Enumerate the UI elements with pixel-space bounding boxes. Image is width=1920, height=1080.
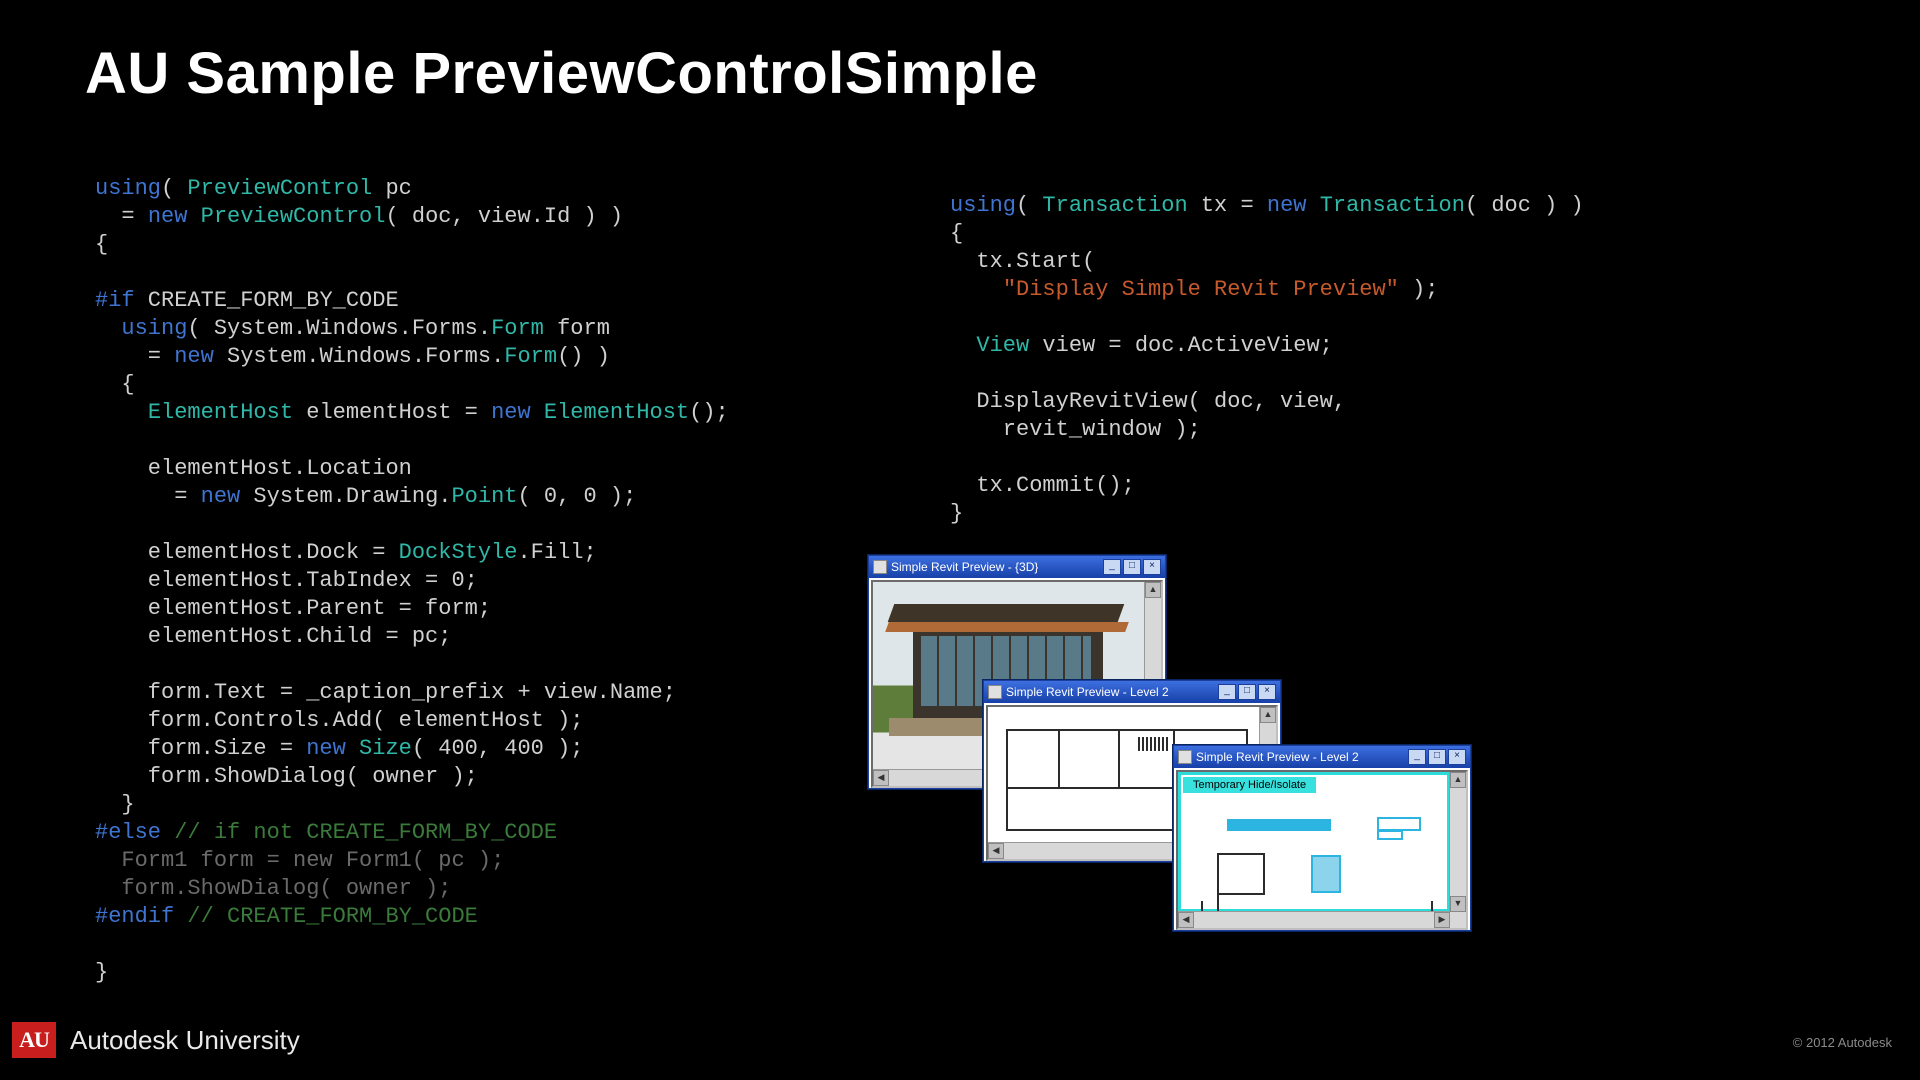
titlebar: Simple Revit Preview - Level 2 _ □ × <box>1174 746 1470 768</box>
scrollbar-vertical[interactable]: ▲▼ <box>1449 772 1466 912</box>
footer: AU Autodesk University <box>12 1022 300 1058</box>
minimize-button[interactable]: _ <box>1218 684 1236 700</box>
copyright: © 2012 Autodesk <box>1793 1035 1892 1050</box>
slide-title: AU Sample PreviewControlSimple <box>85 40 1038 107</box>
window-title: Simple Revit Preview - Level 2 <box>1006 685 1169 699</box>
app-icon <box>1178 750 1192 764</box>
au-logo-badge: AU <box>12 1022 56 1058</box>
preview-window-level2-b: Simple Revit Preview - Level 2 _ □ × Tem… <box>1173 745 1471 931</box>
close-button[interactable]: × <box>1448 749 1466 765</box>
titlebar: Simple Revit Preview - Level 2 _ □ × <box>984 681 1280 703</box>
close-button[interactable]: × <box>1258 684 1276 700</box>
scrollbar-horizontal[interactable]: ◀▶ <box>1178 911 1450 928</box>
minimize-button[interactable]: _ <box>1408 749 1426 765</box>
close-button[interactable]: × <box>1143 559 1161 575</box>
code-block-left: using( PreviewControl pc = new PreviewCo… <box>95 175 729 987</box>
window-title: Simple Revit Preview - {3D} <box>891 560 1038 574</box>
minimize-button[interactable]: _ <box>1103 559 1121 575</box>
floorplan-isolate: Temporary Hide/Isolate <box>1178 772 1450 912</box>
maximize-button[interactable]: □ <box>1428 749 1446 765</box>
code-block-right: using( Transaction tx = new Transaction(… <box>950 192 1584 528</box>
maximize-button[interactable]: □ <box>1123 559 1141 575</box>
app-icon <box>873 560 887 574</box>
app-icon <box>988 685 1002 699</box>
maximize-button[interactable]: □ <box>1238 684 1256 700</box>
temporary-hide-isolate-tag: Temporary Hide/Isolate <box>1183 777 1316 793</box>
screenshot-cluster: Simple Revit Preview - {3D} _ □ × ▲▼ ◀▶ … <box>868 555 1438 935</box>
titlebar: Simple Revit Preview - {3D} _ □ × <box>869 556 1165 578</box>
au-logo-text: Autodesk University <box>70 1025 300 1056</box>
window-title: Simple Revit Preview - Level 2 <box>1196 750 1359 764</box>
